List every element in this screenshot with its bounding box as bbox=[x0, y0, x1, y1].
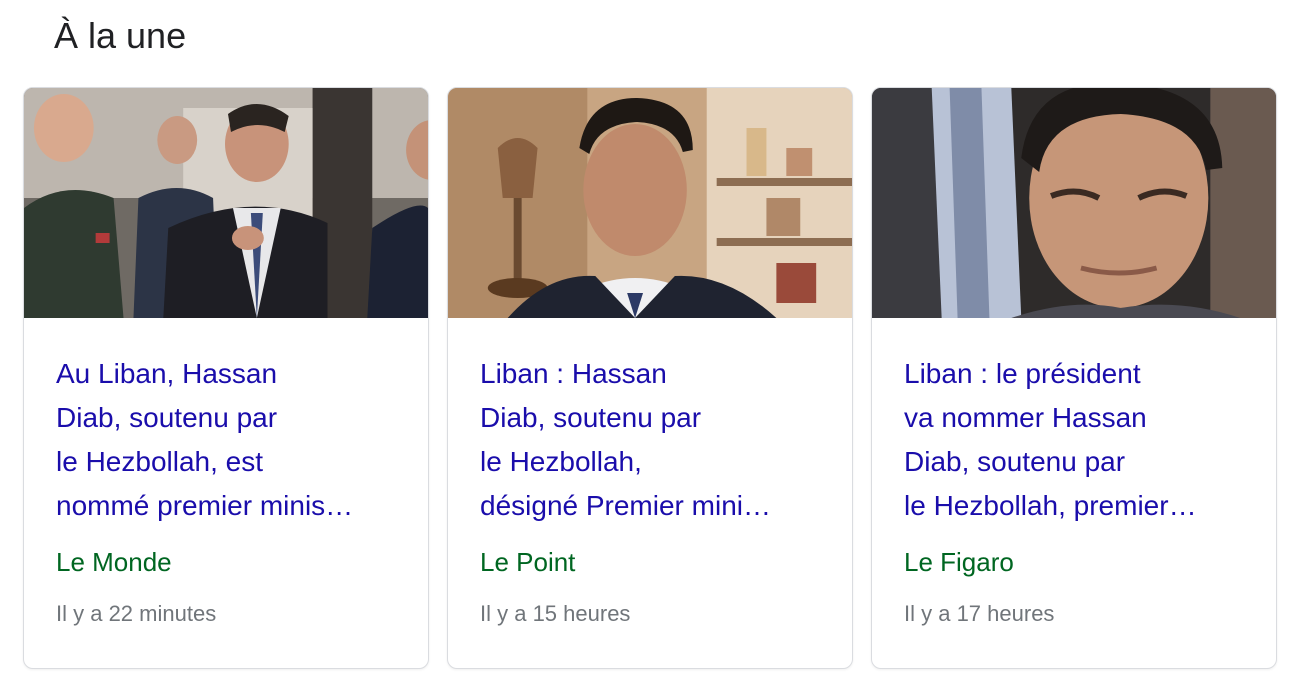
news-card-2-headline[interactable]: Liban : Hassan Diab, soutenu par le Hezb… bbox=[480, 352, 820, 528]
news-photo-icon bbox=[872, 88, 1276, 318]
section-title: À la une bbox=[54, 15, 187, 56]
news-card-3-photo[interactable] bbox=[872, 88, 1276, 318]
news-card-2-source: Le Point bbox=[480, 547, 576, 577]
news-card-3[interactable]: Liban : le président va nommer Hassan Di… bbox=[871, 87, 1277, 669]
news-card-2-photo[interactable] bbox=[448, 88, 852, 318]
news-card-1-time: Il y a 22 minutes bbox=[56, 601, 217, 626]
news-card-3-time: Il y a 17 heures bbox=[904, 601, 1055, 626]
news-card-2[interactable]: Liban : Hassan Diab, soutenu par le Hezb… bbox=[447, 87, 853, 669]
top-stories-carousel: Au Liban, Hassan Diab, soutenu par le He… bbox=[23, 87, 1277, 669]
news-card-1-headline[interactable]: Au Liban, Hassan Diab, soutenu par le He… bbox=[56, 352, 396, 528]
news-card-1[interactable]: Au Liban, Hassan Diab, soutenu par le He… bbox=[23, 87, 429, 669]
news-photo-icon bbox=[448, 88, 852, 318]
news-card-3-source: Le Figaro bbox=[904, 547, 1014, 577]
news-card-3-headline[interactable]: Liban : le président va nommer Hassan Di… bbox=[904, 352, 1244, 528]
news-card-1-source: Le Monde bbox=[56, 547, 172, 577]
news-card-1-photo[interactable] bbox=[24, 88, 428, 318]
news-photo-icon bbox=[24, 88, 428, 318]
news-card-2-time: Il y a 15 heures bbox=[480, 601, 631, 626]
